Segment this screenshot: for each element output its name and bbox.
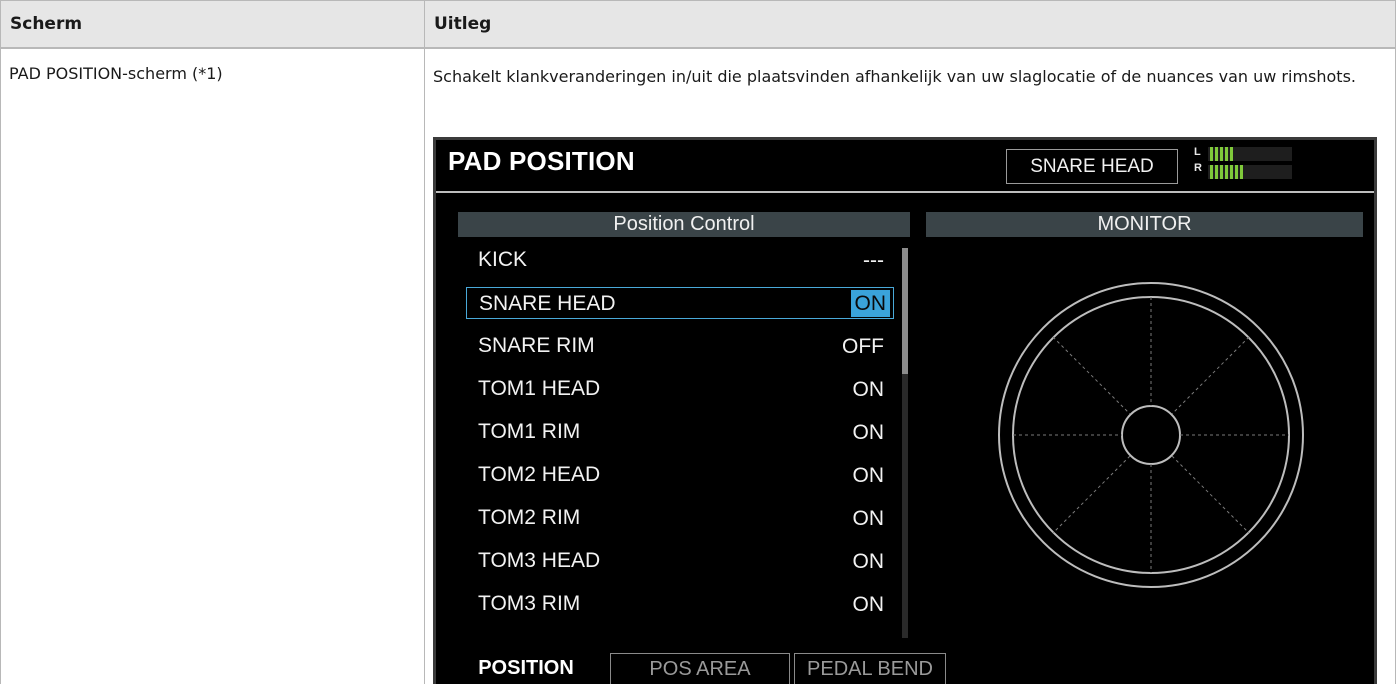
tab-position[interactable]: POSITION xyxy=(446,653,606,684)
row-border-top xyxy=(0,48,1396,49)
meter-left-label: L xyxy=(1194,146,1201,158)
list-item-label: TOM3 RIM xyxy=(478,592,581,615)
list-item-label: TOM3 HEAD xyxy=(478,549,601,572)
meter-segment xyxy=(1210,147,1213,161)
list-item-label: TOM2 RIM xyxy=(478,506,581,529)
list-item-label: SNARE HEAD xyxy=(479,292,616,315)
meter-segment xyxy=(1215,165,1218,179)
list-item-value[interactable]: ON xyxy=(849,376,889,403)
list-item-value[interactable]: ON xyxy=(849,505,889,532)
list-item-value[interactable]: --- xyxy=(859,247,888,274)
meter-segment xyxy=(1225,165,1228,179)
list-item-label: TOM2 HEAD xyxy=(478,463,601,486)
list-item-value[interactable]: ON xyxy=(849,462,889,489)
header-uitleg: Uitleg xyxy=(434,14,492,34)
list-item-value[interactable]: ON xyxy=(850,290,890,317)
list-item-value[interactable]: ON xyxy=(849,548,889,575)
meter-segment xyxy=(1230,165,1233,179)
meter-right-label: R xyxy=(1194,162,1202,174)
scrollbar-thumb[interactable] xyxy=(902,248,908,374)
cell-uitleg: Schakelt klankveranderingen in/uit die p… xyxy=(433,67,1356,86)
instrument-indicator: SNARE HEAD xyxy=(1006,149,1178,184)
meter-segment xyxy=(1215,147,1218,161)
pad-monitor-diagram xyxy=(998,282,1304,588)
list-item[interactable]: TOM1 RIM ON xyxy=(466,416,894,448)
list-item-label: TOM1 RIM xyxy=(478,420,581,443)
tab-pos-area[interactable]: POS AREA xyxy=(610,653,790,684)
screen-title: PAD POSITION xyxy=(448,146,635,176)
meter-segment xyxy=(1240,165,1243,179)
meter-segment xyxy=(1230,147,1233,161)
level-meter: L R xyxy=(1194,144,1294,184)
section-position-control: Position Control xyxy=(458,212,910,237)
table-header-row: Scherm Uitleg xyxy=(0,0,1396,48)
pad-center-circle xyxy=(1121,405,1181,465)
list-item-label: KICK xyxy=(478,248,528,271)
meter-segment xyxy=(1225,147,1228,161)
list-item[interactable]: SNARE HEAD ON xyxy=(466,287,894,319)
list-item[interactable]: SNARE RIM OFF xyxy=(466,330,894,362)
list-item[interactable]: TOM2 RIM ON xyxy=(466,502,894,534)
meter-segment xyxy=(1210,165,1213,179)
tab-pedal-bend[interactable]: PEDAL BEND xyxy=(794,653,946,684)
meter-segment xyxy=(1235,165,1238,179)
scrollbar[interactable] xyxy=(902,248,908,638)
row-border-left xyxy=(0,48,1,684)
list-item-value[interactable]: ON xyxy=(849,419,889,446)
pad-zone-lines xyxy=(1013,297,1289,573)
list-item-value[interactable]: OFF xyxy=(838,333,888,360)
cell-scherm: PAD POSITION-scherm (*1) xyxy=(9,64,223,83)
list-item-label: SNARE RIM xyxy=(478,334,595,357)
section-monitor: MONITOR xyxy=(926,212,1363,237)
meter-segment xyxy=(1220,147,1223,161)
meter-left-bar xyxy=(1208,147,1292,161)
tab-bar: POSITION POS AREA PEDAL BEND xyxy=(446,645,946,684)
list-item-label: TOM1 HEAD xyxy=(478,377,601,400)
list-item[interactable]: KICK --- xyxy=(466,244,894,276)
meter-right-bar xyxy=(1208,165,1292,179)
doc-table: Scherm Uitleg PAD POSITION-scherm (*1) S… xyxy=(0,0,1396,684)
title-divider xyxy=(436,191,1374,193)
device-screen: PAD POSITION SNARE HEAD L R Position Con… xyxy=(433,137,1377,684)
list-item[interactable]: TOM3 RIM ON xyxy=(466,588,894,620)
list-item[interactable]: TOM3 HEAD ON xyxy=(466,545,894,577)
meter-segment xyxy=(1220,165,1223,179)
list-item-value[interactable]: ON xyxy=(849,591,889,618)
column-divider xyxy=(424,0,425,684)
list-item[interactable]: TOM1 HEAD ON xyxy=(466,373,894,405)
list-item[interactable]: TOM2 HEAD ON xyxy=(466,459,894,491)
header-scherm: Scherm xyxy=(10,14,83,34)
